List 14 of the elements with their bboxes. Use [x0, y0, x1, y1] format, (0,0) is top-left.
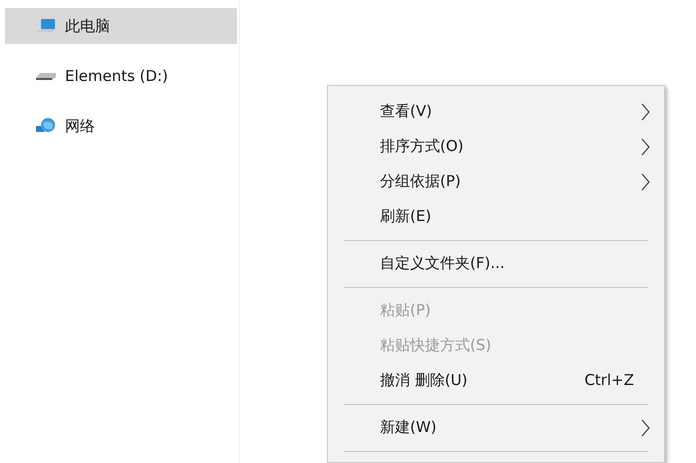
menu-item[interactable]: 分组依据(P)	[328, 164, 664, 199]
nav-item[interactable]: 网络	[5, 108, 237, 144]
menu-item[interactable]: 自定义文件夹(F)...	[328, 246, 664, 281]
menu-item[interactable]: 刷新(E)	[328, 199, 664, 234]
globe-icon	[35, 117, 57, 135]
nav-item[interactable]: 此电脑	[5, 8, 237, 44]
menu-item[interactable]: 新建(W)	[328, 410, 664, 445]
menu-item[interactable]: 查看(V)	[328, 94, 664, 129]
drive-icon	[35, 71, 57, 81]
shortcut-label: Ctrl+Z	[584, 370, 634, 392]
menu-item[interactable]: 排序方式(O)	[328, 129, 664, 164]
menu-item[interactable]: 撤消 删除(U) Ctrl+Z	[328, 363, 664, 398]
monitor-icon	[35, 18, 57, 34]
nav-item[interactable]: Elements (D:)	[5, 58, 237, 94]
